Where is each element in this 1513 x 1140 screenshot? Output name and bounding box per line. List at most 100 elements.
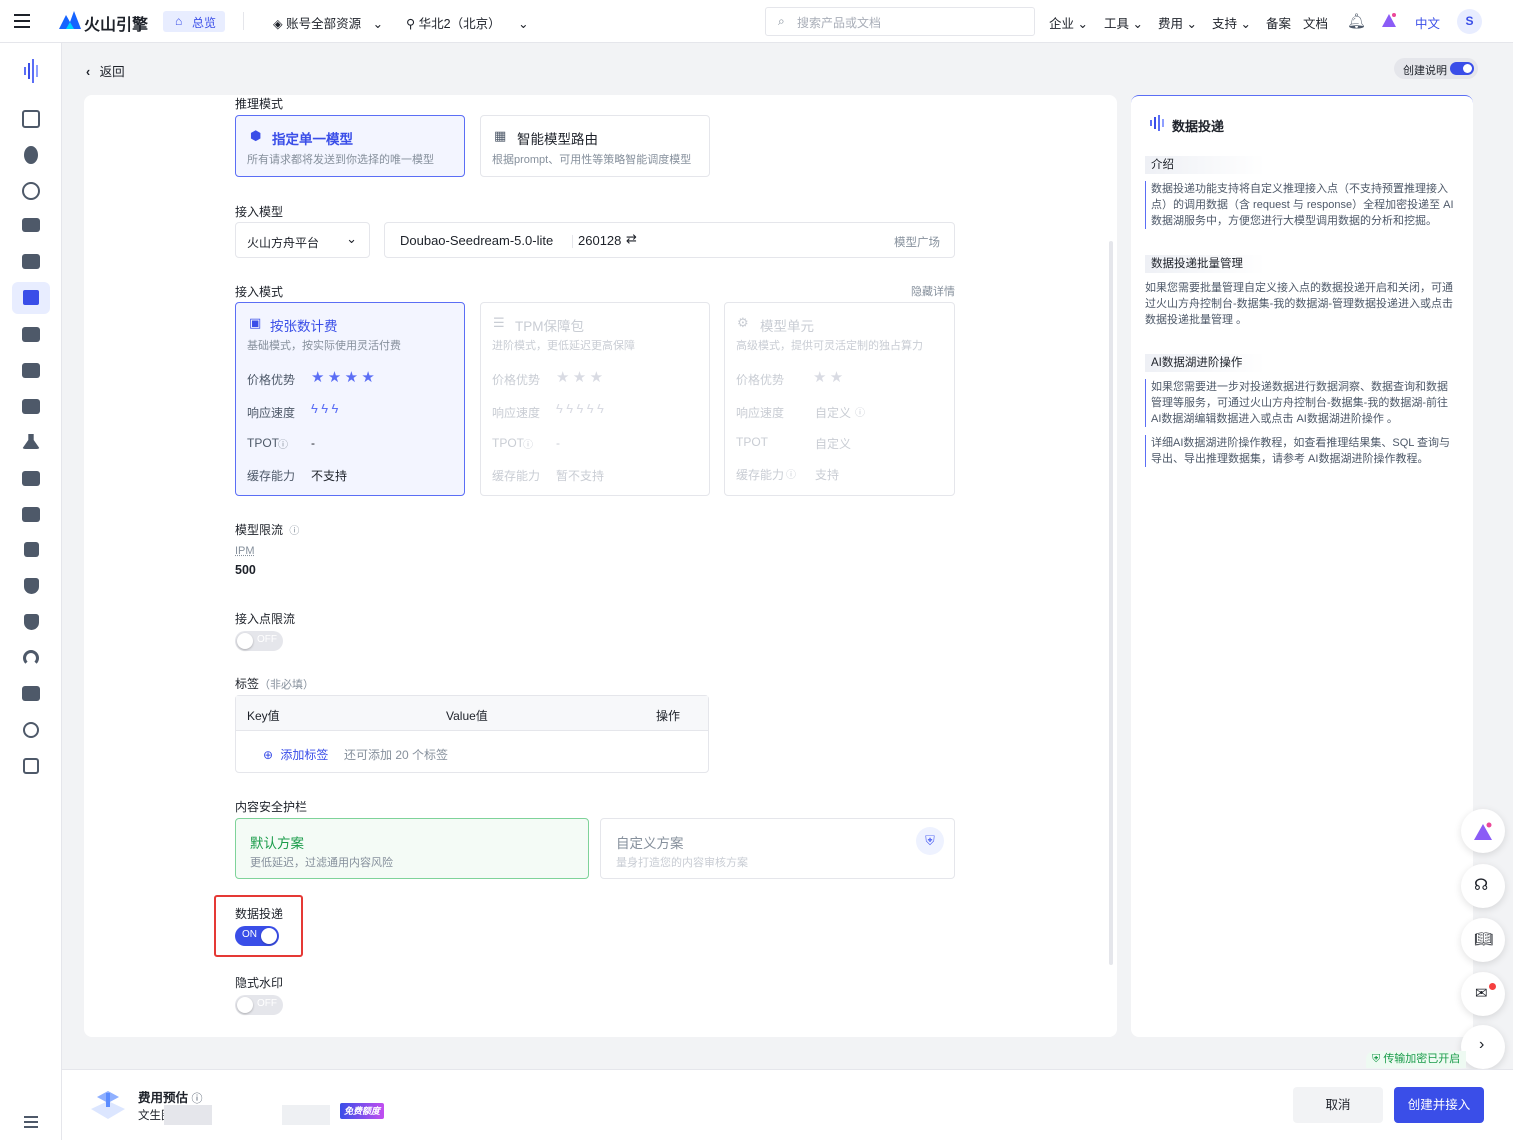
model-square-link[interactable]: 模型广场 bbox=[894, 234, 940, 250]
nav-label: 支持 bbox=[1212, 17, 1238, 31]
region-selector-label: 华北2（北京） bbox=[418, 17, 501, 31]
back-button[interactable]: ‹ 返回 bbox=[86, 61, 125, 80]
platform-select[interactable]: 火山方舟平台 ⌄ bbox=[235, 222, 370, 258]
terminal-icon[interactable] bbox=[22, 254, 40, 269]
nav-label: 工具 bbox=[1104, 17, 1130, 31]
endpoint-limit-label: 接入点限流 bbox=[235, 612, 296, 626]
chevron-left-icon: ‹ bbox=[86, 65, 91, 79]
menu-icon[interactable] bbox=[14, 14, 30, 28]
ai-assistant-icon[interactable] bbox=[1380, 11, 1398, 29]
lightbulb-icon[interactable] bbox=[24, 146, 38, 164]
toggle-text: OFF bbox=[257, 998, 277, 1009]
sidebar-item-endpoints[interactable] bbox=[12, 282, 50, 314]
nav-billing[interactable]: 费用 ⌄ bbox=[1158, 13, 1197, 32]
nav-support[interactable]: 支持 ⌄ bbox=[1212, 13, 1251, 32]
nav-docs[interactable]: 文档 bbox=[1303, 13, 1328, 32]
section-heading: AI数据湖进阶操作 bbox=[1145, 354, 1265, 372]
row-key: 价格优势 bbox=[492, 373, 541, 387]
cost-label-text: 费用预估 bbox=[138, 1091, 189, 1105]
bell-icon[interactable]: 🔔︎ bbox=[1347, 12, 1366, 30]
guardrail-custom[interactable]: 自定义方案 量身打造您的内容审核方案 ⛨ bbox=[600, 818, 955, 879]
price-stars: ★ ★ ★ bbox=[556, 369, 604, 386]
inference-mode-routing[interactable]: ▦ 智能模型路由 根据prompt、可用性等策略智能调度模型 bbox=[480, 115, 710, 177]
endpoint-limit-toggle[interactable]: OFF bbox=[235, 631, 283, 651]
nav-enterprise[interactable]: 企业 ⌄ bbox=[1049, 13, 1088, 32]
volcengine-logo-icon[interactable] bbox=[59, 11, 81, 32]
account-selector[interactable]: ◈ 账号全部资源 ⌄ bbox=[273, 13, 383, 32]
lock-shield-icon[interactable] bbox=[24, 578, 39, 594]
feedback-button[interactable]: ✉ bbox=[1461, 972, 1505, 1016]
archive-icon[interactable] bbox=[22, 218, 40, 232]
cancel-button[interactable]: 取消 bbox=[1293, 1087, 1383, 1123]
chevron-down-icon: ⌄ bbox=[1077, 17, 1088, 31]
document-icon[interactable] bbox=[24, 542, 39, 557]
account-selector-label: 账号全部资源 bbox=[286, 17, 362, 31]
divider bbox=[243, 12, 244, 30]
cost-estimate-label: 费用预估 ⓘ bbox=[138, 1087, 203, 1106]
rate-limit-label: 模型限流 ⓘ bbox=[235, 521, 299, 538]
inference-mode-single[interactable]: ⬢ 指定单一模型 所有请求都将发送到你选择的唯一模型 bbox=[235, 115, 465, 177]
hide-details-link[interactable]: 隐藏详情 bbox=[911, 283, 955, 299]
column-header: Value值 bbox=[446, 709, 488, 723]
flask-icon[interactable] bbox=[22, 434, 40, 449]
nav-filing[interactable]: 备案 bbox=[1266, 13, 1291, 32]
headset-icon[interactable] bbox=[23, 650, 39, 666]
watermark-toggle[interactable]: OFF bbox=[235, 995, 283, 1015]
row-key: 响应速度 bbox=[736, 406, 785, 420]
section-paragraph: 如果您需要批量管理自定义接入点的数据投递开启和关闭，可通过火山方舟控制台-数据集… bbox=[1145, 282, 1453, 326]
access-mode-per-image[interactable]: ▣ 按张数计费 基础模式，按实际使用灵活付费 价格优势 ★ ★ ★ ★ 响应速度… bbox=[235, 302, 465, 496]
nav-tools[interactable]: 工具 ⌄ bbox=[1104, 13, 1143, 32]
collapse-sidebar-icon[interactable] bbox=[24, 1116, 38, 1128]
create-button[interactable]: 创建并接入 bbox=[1394, 1087, 1484, 1123]
guide-panel bbox=[1131, 95, 1473, 1037]
expand-button[interactable]: › bbox=[1461, 1025, 1505, 1069]
location-icon: ⚲ bbox=[406, 17, 416, 31]
row-key: TPOT bbox=[736, 435, 768, 449]
tuning-icon[interactable] bbox=[22, 363, 40, 378]
tags-optional: （非必填） bbox=[259, 679, 315, 691]
customer-service-button[interactable]: ☊ bbox=[1461, 864, 1505, 908]
option-title: 默认方案 bbox=[250, 836, 304, 851]
shield-icon[interactable] bbox=[24, 614, 39, 630]
search-input[interactable]: ⌕ 搜索产品或文档 bbox=[765, 7, 1035, 36]
avatar[interactable]: S bbox=[1457, 9, 1482, 34]
tags-remaining: 还可添加 20 个标签 bbox=[344, 748, 449, 762]
inference-mode-label: 推理模式 bbox=[235, 97, 284, 111]
model-select[interactable]: Doubao-Seedream-5.0-lite 260128 ⇄ 模型广场 bbox=[384, 222, 955, 258]
data-delivery-toggle[interactable]: ON bbox=[235, 926, 279, 946]
report-icon[interactable] bbox=[22, 471, 40, 486]
atom-icon[interactable] bbox=[22, 182, 40, 200]
dashboard-icon[interactable] bbox=[22, 110, 40, 128]
add-tag-button[interactable]: ⊕ 添加标签 bbox=[263, 746, 328, 763]
info-icon: ⓘ bbox=[855, 408, 865, 419]
chevron-down-icon: ⌄ bbox=[1240, 17, 1251, 31]
brand-name[interactable]: 火山引擎 bbox=[84, 11, 148, 35]
docs-button[interactable]: 📖︎ bbox=[1461, 918, 1505, 962]
globe-icon[interactable] bbox=[23, 722, 39, 738]
home-tab[interactable]: ⌂ 总览 bbox=[163, 11, 225, 32]
row-key: TPOT bbox=[492, 436, 524, 450]
ai-assistant-button[interactable] bbox=[1461, 809, 1505, 853]
region-selector[interactable]: ⚲ 华北2（北京） ⌄ bbox=[406, 13, 529, 32]
guardrail-default[interactable]: 默认方案 更低延迟，过滤通用内容风险 bbox=[235, 818, 589, 879]
image-icon: ▣ bbox=[249, 315, 262, 330]
cube-icon[interactable] bbox=[22, 399, 40, 414]
media-icon[interactable] bbox=[22, 686, 40, 701]
rate-limit-text: 模型限流 bbox=[235, 523, 284, 537]
ark-logo-icon bbox=[1150, 115, 1164, 134]
nav-label: 费用 bbox=[1158, 17, 1184, 31]
model-label: 接入模型 bbox=[235, 205, 284, 219]
access-mode-tpm: ☰ TPM保障包 进阶模式，更低延迟更高保障 价格优势 ★ ★ ★ 响应速度 ϟ… bbox=[480, 302, 710, 496]
chevron-down-icon: ⌄ bbox=[518, 17, 529, 31]
ark-logo-icon[interactable] bbox=[24, 59, 40, 86]
swap-icon[interactable]: ⇄ bbox=[626, 231, 637, 247]
server-icon[interactable] bbox=[22, 507, 40, 522]
row-key: 缓存能力 bbox=[247, 469, 296, 483]
table-icon[interactable] bbox=[23, 758, 39, 774]
guide-toggle[interactable]: 创建说明 bbox=[1394, 58, 1478, 79]
add-tag-label: 添加标签 bbox=[280, 748, 329, 762]
scrollbar[interactable] bbox=[1109, 241, 1113, 965]
language-switch[interactable]: 中文 bbox=[1415, 13, 1440, 32]
info-icon: ⓘ bbox=[191, 1093, 203, 1105]
rocket-icon[interactable] bbox=[22, 327, 40, 342]
